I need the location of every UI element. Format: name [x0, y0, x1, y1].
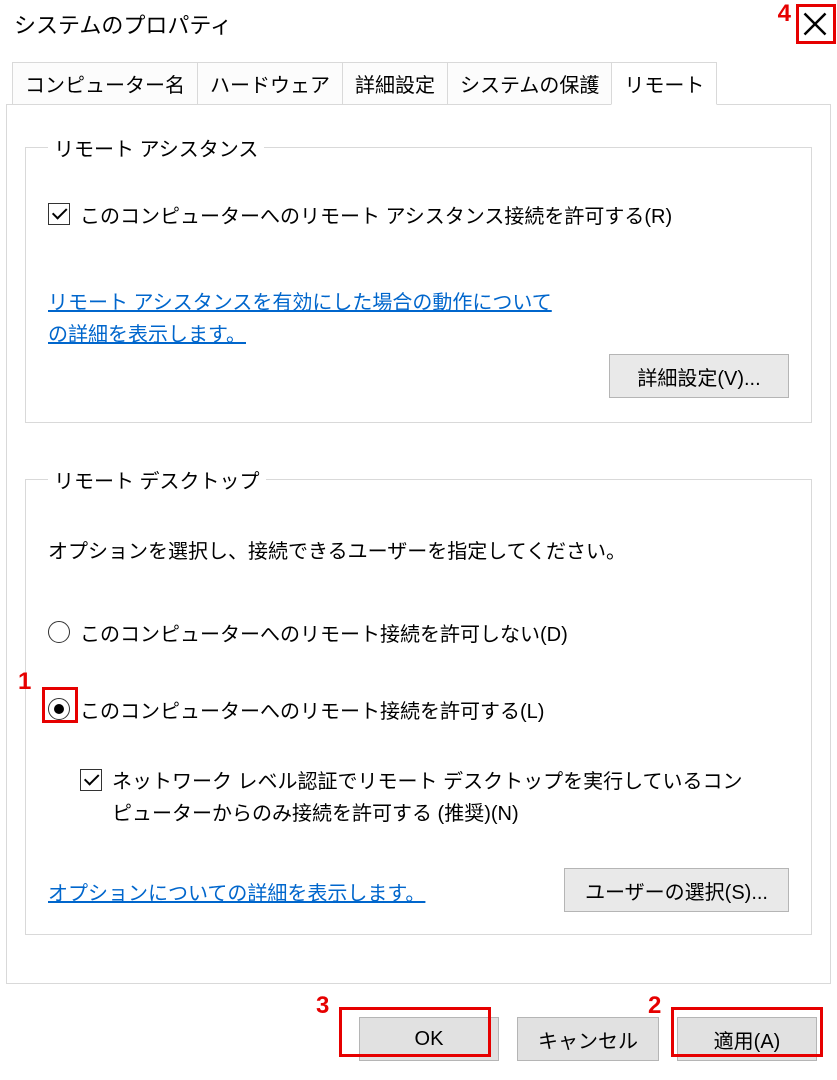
- allow-remote-assistance-checkbox[interactable]: [48, 203, 70, 225]
- remote-desktop-instruction: オプションを選択し、接続できるユーザーを指定してください。: [48, 536, 789, 568]
- nla-checkbox[interactable]: [80, 769, 102, 791]
- tab-system-protection[interactable]: システムの保護: [447, 62, 612, 104]
- dialog-title: システムのプロパティ: [14, 8, 795, 40]
- allow-remote-assistance-label: このコンピューターへのリモート アシスタンス接続を許可する(R): [80, 200, 672, 229]
- remote-desktop-group: リモート デスクトップ オプションを選択し、接続できるユーザーを指定してください…: [25, 465, 812, 935]
- apply-button[interactable]: 適用(A): [677, 1017, 817, 1061]
- disallow-remote-label: このコンピューターへのリモート接続を許可しない(D): [80, 618, 568, 647]
- nla-checkbox-label: ネットワーク レベル認証でリモート デスクトップを実行しているコンピューターから…: [112, 766, 752, 830]
- tab-hardware[interactable]: ハードウェア: [197, 62, 343, 104]
- remote-assistance-advanced-button[interactable]: 詳細設定(V)...: [609, 354, 789, 398]
- close-button[interactable]: [795, 4, 835, 44]
- remote-desktop-legend: リモート デスクトップ: [48, 465, 266, 494]
- remote-desktop-options-link[interactable]: オプションについての詳細を表示します。: [48, 883, 425, 905]
- system-properties-dialog: システムのプロパティ 4 コンピューター名 ハードウェア 詳細設定 システムの保…: [0, 0, 837, 1080]
- ok-button[interactable]: OK: [359, 1017, 499, 1061]
- remote-assistance-group: リモート アシスタンス このコンピューターへのリモート アシスタンス接続を許可す…: [25, 133, 812, 423]
- allow-remote-label: このコンピューターへのリモート接続を許可する(L): [80, 695, 544, 724]
- tab-computer-name[interactable]: コンピューター名: [12, 62, 198, 104]
- allow-remote-radio[interactable]: [48, 698, 70, 720]
- cancel-button[interactable]: キャンセル: [517, 1017, 659, 1061]
- close-icon: [801, 10, 829, 38]
- tab-remote[interactable]: リモート: [611, 62, 717, 105]
- dialog-footer: OK キャンセル 適用(A): [0, 1008, 837, 1070]
- disallow-remote-radio[interactable]: [48, 621, 70, 643]
- titlebar: システムのプロパティ: [0, 0, 837, 48]
- remote-assistance-info-link[interactable]: リモート アシスタンスを有効にした場合の動作についての詳細を表示します。: [48, 292, 552, 346]
- tab-advanced[interactable]: 詳細設定: [342, 62, 448, 104]
- remote-assistance-legend: リモート アシスタンス: [48, 133, 264, 162]
- remote-tab-panel: リモート アシスタンス このコンピューターへのリモート アシスタンス接続を許可す…: [6, 104, 831, 984]
- tab-bar: コンピューター名 ハードウェア 詳細設定 システムの保護 リモート: [0, 62, 837, 104]
- select-users-button[interactable]: ユーザーの選択(S)...: [564, 868, 789, 912]
